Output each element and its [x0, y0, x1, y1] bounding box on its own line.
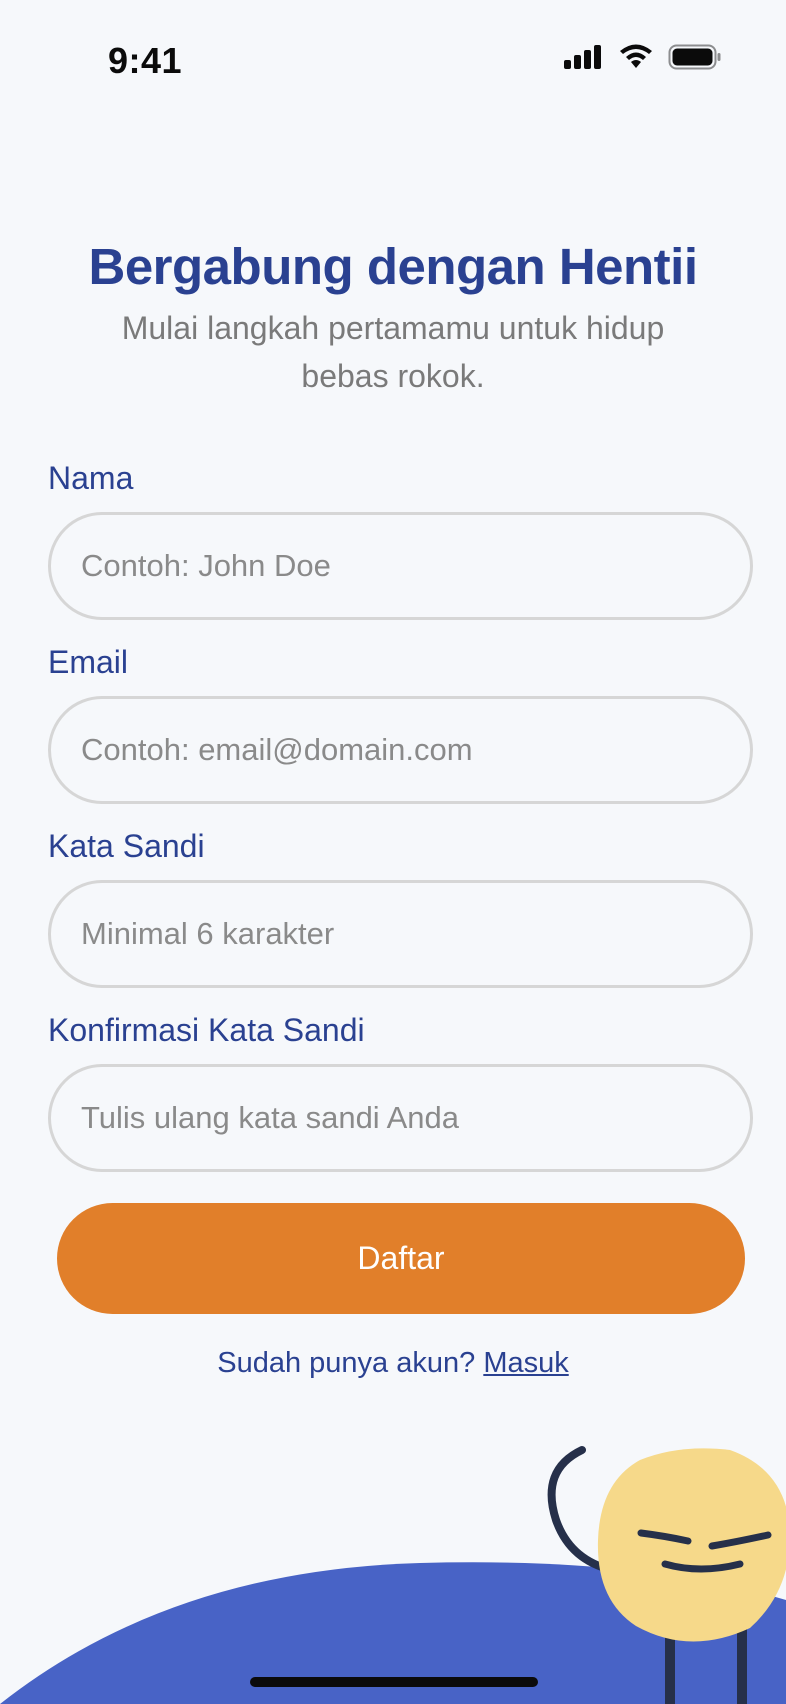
page-title: Bergabung dengan Hentii: [88, 238, 698, 295]
status-time: 9:41: [108, 40, 183, 81]
password-label: Kata Sandi: [48, 828, 205, 864]
name-input[interactable]: Contoh: John Doe: [48, 512, 753, 620]
email-placeholder: Contoh: email@domain.com: [81, 732, 473, 767]
wifi-icon: [620, 44, 652, 68]
password-field-group: Kata Sandi Minimal 6 karakter: [48, 826, 753, 988]
confirm-password-placeholder: Tulis ulang kata sandi Anda: [81, 1100, 459, 1135]
mascot-body: [597, 1448, 786, 1642]
battery-icon: [668, 44, 721, 70]
name-label: Nama: [48, 460, 134, 496]
register-button[interactable]: Daftar: [57, 1203, 745, 1314]
email-label: Email: [48, 644, 129, 680]
password-input[interactable]: Minimal 6 karakter: [48, 880, 753, 988]
home-indicator: [250, 1677, 538, 1687]
password-placeholder: Minimal 6 karakter: [81, 916, 335, 951]
page-subtitle: Mulai langkah pertamamu untuk hidup beba…: [121, 310, 665, 394]
status-icons: [564, 44, 722, 70]
email-field-group: Email Contoh: email@domain.com: [48, 642, 753, 804]
signin-link[interactable]: Masuk: [483, 1347, 568, 1379]
signin-prompt: Sudah punya akun? Masuk: [0, 1347, 786, 1380]
decoration: [0, 1446, 786, 1704]
signal-icon: [564, 45, 601, 69]
status-bar: 9:41: [0, 0, 786, 130]
signin-prompt-text: Sudah punya akun?: [217, 1347, 476, 1379]
confirm-password-input[interactable]: Tulis ulang kata sandi Anda: [48, 1064, 753, 1172]
confirm-password-field-group: Konfirmasi Kata Sandi Tulis ulang kata s…: [48, 1010, 753, 1172]
confirm-password-label: Konfirmasi Kata Sandi: [48, 1012, 365, 1048]
name-field-group: Nama Contoh: John Doe: [48, 458, 753, 620]
hero: Bergabung dengan Hentii Mulai langkah pe…: [0, 236, 786, 400]
email-input[interactable]: Contoh: email@domain.com: [48, 696, 753, 804]
name-placeholder: Contoh: John Doe: [81, 548, 331, 583]
